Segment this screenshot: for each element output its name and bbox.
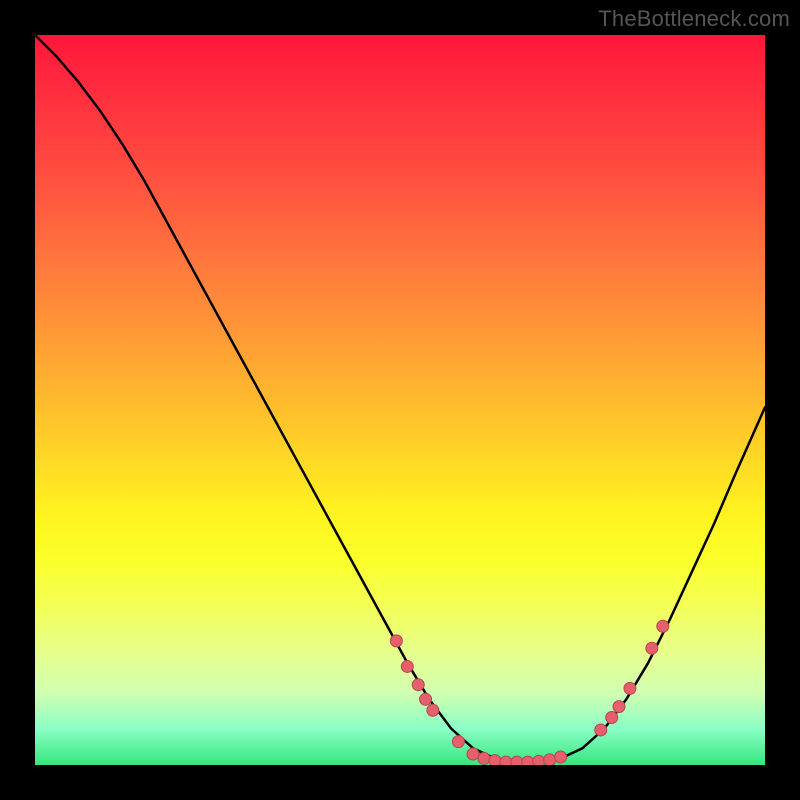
data-marker bbox=[401, 660, 413, 672]
data-marker bbox=[522, 756, 534, 765]
watermark-text: TheBottleneck.com bbox=[598, 6, 790, 32]
bottleneck-curve bbox=[35, 35, 765, 765]
data-marker bbox=[412, 679, 424, 691]
data-marker bbox=[606, 712, 618, 724]
data-marker bbox=[657, 620, 669, 632]
plot-area bbox=[35, 35, 765, 765]
data-marker bbox=[467, 748, 479, 760]
data-marker bbox=[420, 693, 432, 705]
data-marker bbox=[500, 756, 512, 765]
data-marker bbox=[544, 754, 556, 765]
data-marker bbox=[478, 752, 490, 764]
data-marker bbox=[646, 642, 658, 654]
data-marker bbox=[533, 755, 545, 765]
data-marker bbox=[613, 701, 625, 713]
data-marker bbox=[511, 756, 523, 765]
data-marker bbox=[489, 755, 501, 765]
data-marker bbox=[555, 751, 567, 763]
chart-frame: TheBottleneck.com bbox=[0, 0, 800, 800]
data-marker bbox=[427, 704, 439, 716]
data-marker bbox=[390, 635, 402, 647]
data-marker bbox=[624, 682, 636, 694]
data-marker bbox=[595, 724, 607, 736]
data-marker bbox=[452, 736, 464, 748]
